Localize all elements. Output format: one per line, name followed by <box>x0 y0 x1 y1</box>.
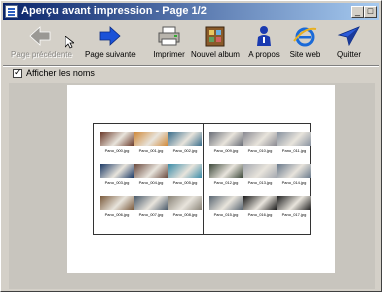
thumbnail: Pano_014.jpg <box>277 164 311 185</box>
thumbnail: Pano_007.jpg <box>134 196 168 217</box>
preview-page: Pano_000.jpg Pano_001.jpg Pano_002.jpg Pano… <box>67 85 335 273</box>
thumbnail-image <box>209 164 243 178</box>
thumbnail-image <box>100 196 134 210</box>
thumbnail-caption: Pano_007.jpg <box>138 212 164 217</box>
thumbnail-caption: Pano_004.jpg <box>138 180 164 185</box>
thumbnail: Pano_004.jpg <box>134 164 168 185</box>
toolbar-separator <box>3 65 379 67</box>
thumbnail-caption: Pano_014.jpg <box>281 180 307 185</box>
next-page-button[interactable]: Page suivante <box>85 22 136 64</box>
thumbnail: Pano_013.jpg <box>243 164 277 185</box>
thumbnail-caption: Pano_013.jpg <box>247 180 273 185</box>
thumbnail-caption: Pano_012.jpg <box>213 180 239 185</box>
mouse-cursor-icon <box>65 36 74 49</box>
thumbnail: Pano_006.jpg <box>100 196 134 217</box>
thumbnail: Pano_001.jpg <box>134 132 168 153</box>
thumbnail-caption: Pano_005.jpg <box>172 180 198 185</box>
thumbnail: Pano_002.jpg <box>168 132 202 153</box>
previous-page-button[interactable]: Page précédente <box>11 22 74 64</box>
app-icon <box>5 5 18 18</box>
print-preview-window: Aperçu avant impression - Page 1/2 _ □ P… <box>0 0 382 292</box>
new-album-label: Nouvel album <box>191 50 240 59</box>
sheet-divider <box>203 124 204 234</box>
thumbnail-image <box>134 196 168 210</box>
thumbnail-image <box>168 196 202 210</box>
thumbnail: Pano_003.jpg <box>100 164 134 185</box>
thumbnail: Pano_012.jpg <box>209 164 243 185</box>
printer-icon <box>158 26 180 46</box>
thumbnail-image <box>100 132 134 146</box>
thumbnail: Pano_009.jpg <box>209 132 243 153</box>
website-label: Site web <box>289 50 321 59</box>
thumbnail-caption: Pano_017.jpg <box>281 212 307 217</box>
thumbnail-image <box>243 132 277 146</box>
info-person-icon <box>257 26 271 46</box>
previous-page-label: Page précédente <box>11 50 72 59</box>
thumbnail-caption: Pano_011.jpg <box>281 148 307 153</box>
thumbnail-caption: Pano_001.jpg <box>138 148 164 153</box>
next-page-label: Page suivante <box>85 50 136 59</box>
thumbnail: Pano_011.jpg <box>277 132 311 153</box>
thumbnail-image <box>168 164 202 178</box>
thumbnail-caption: Pano_016.jpg <box>247 212 273 217</box>
thumbnail-image <box>243 164 277 178</box>
new-album-button[interactable]: Nouvel album <box>191 22 240 64</box>
thumbnail: Pano_017.jpg <box>277 196 311 217</box>
thumbnail-image <box>277 164 311 178</box>
quit-label: Quitter <box>336 50 361 59</box>
show-names-checkbox[interactable] <box>13 68 22 78</box>
thumbnail-caption: Pano_008.jpg <box>172 212 198 217</box>
quit-button[interactable]: Quitter <box>329 22 369 64</box>
thumbnail-caption: Pano_002.jpg <box>172 148 198 153</box>
thumbnail-image <box>168 132 202 146</box>
thumbnail-image <box>100 164 134 178</box>
arrow-right-icon <box>99 26 121 46</box>
title-bar[interactable]: Aperçu avant impression - Page 1/2 _ □ <box>3 3 379 20</box>
thumbnail: Pano_015.jpg <box>209 196 243 217</box>
arrow-left-icon <box>29 26 51 46</box>
thumbnail-caption: Pano_006.jpg <box>104 212 130 217</box>
maximize-button[interactable]: □ <box>364 6 377 18</box>
paper-plane-icon <box>337 26 360 47</box>
thumbnail: Pano_010.jpg <box>243 132 277 153</box>
print-button[interactable]: Imprimer <box>147 22 191 64</box>
thumbnail-caption: Pano_000.jpg <box>104 148 130 153</box>
thumbnail-caption: Pano_003.jpg <box>104 180 130 185</box>
thumbnail: Pano_000.jpg <box>100 132 134 153</box>
minimize-button[interactable]: _ <box>351 6 364 18</box>
toolbar: Page précédente Page suivante Imprimer N… <box>3 22 379 64</box>
internet-explorer-icon <box>293 27 317 47</box>
thumbnail-caption: Pano_010.jpg <box>247 148 273 153</box>
album-icon <box>205 26 225 47</box>
thumbnail-image <box>277 196 311 210</box>
thumbnail: Pano_016.jpg <box>243 196 277 217</box>
preview-area[interactable]: Pano_000.jpg Pano_001.jpg Pano_002.jpg Pano… <box>9 83 375 289</box>
show-names-label: Afficher les noms <box>26 68 95 78</box>
thumbnail-image <box>277 132 311 146</box>
print-label: Imprimer <box>153 50 185 59</box>
contact-sheet: Pano_000.jpg Pano_001.jpg Pano_002.jpg Pano… <box>93 123 311 235</box>
thumbnail-image <box>134 164 168 178</box>
thumbnail-image <box>134 132 168 146</box>
thumbnail: Pano_005.jpg <box>168 164 202 185</box>
window-title: Aperçu avant impression - Page 1/2 <box>21 5 207 17</box>
website-button[interactable]: Site web <box>285 22 325 64</box>
thumbnail-caption: Pano_015.jpg <box>213 212 239 217</box>
about-label: A propos <box>248 50 280 59</box>
about-button[interactable]: A propos <box>243 22 285 64</box>
thumbnail: Pano_008.jpg <box>168 196 202 217</box>
thumbnail-image <box>209 196 243 210</box>
thumbnail-image <box>243 196 277 210</box>
thumbnail-caption: Pano_009.jpg <box>213 148 239 153</box>
thumbnail-image <box>209 132 243 146</box>
